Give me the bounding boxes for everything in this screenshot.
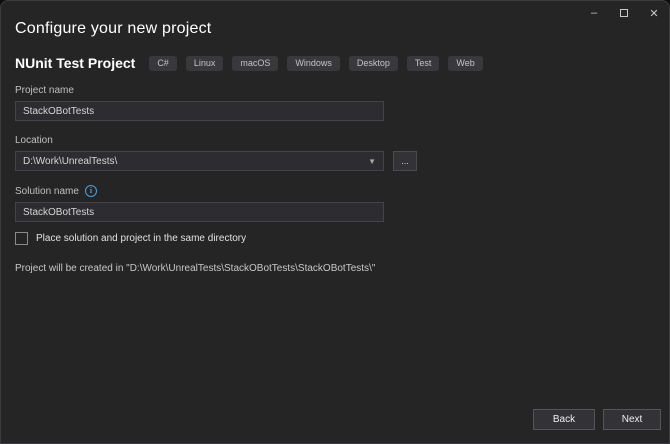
template-tag: Linux	[185, 55, 224, 71]
template-tag: macOS	[232, 55, 279, 71]
location-label: Location	[15, 135, 53, 146]
minimize-icon: –	[590, 7, 598, 19]
maximize-button[interactable]	[609, 1, 639, 25]
maximize-icon	[620, 9, 628, 17]
project-name-field: Project name	[15, 85, 655, 121]
same-directory-label: Place solution and project in the same d…	[36, 233, 247, 244]
minimize-button[interactable]: –	[579, 1, 609, 25]
next-button-label: Next	[621, 414, 643, 425]
browse-button[interactable]: ...	[393, 151, 417, 171]
close-icon: ✕	[649, 7, 659, 20]
template-name: NUnit Test Project	[15, 55, 136, 71]
back-button-label: Back	[552, 414, 576, 425]
solution-name-label: Solution name	[15, 185, 79, 197]
chevron-down-icon: ▼	[368, 156, 376, 166]
template-tag: C#	[149, 55, 177, 71]
close-button[interactable]: ✕	[639, 1, 669, 25]
back-button[interactable]: Back	[533, 409, 595, 430]
footer-buttons: Back Next	[533, 409, 661, 430]
same-directory-row: Place solution and project in the same d…	[15, 232, 655, 245]
window-controls: – ✕	[579, 1, 669, 25]
template-tag: Desktop	[348, 55, 398, 71]
browse-button-label: ...	[401, 155, 409, 166]
solution-name-input[interactable]	[15, 202, 384, 222]
location-field: Location D:\Work\UnrealTests\ ▼ ...	[15, 135, 655, 171]
location-combobox[interactable]: D:\Work\UnrealTests\ ▼	[15, 151, 384, 171]
template-tag: Windows	[287, 55, 340, 71]
location-row: D:\Work\UnrealTests\ ▼ ...	[15, 151, 655, 171]
solution-name-label-row: Solution name i	[15, 185, 655, 197]
configure-project-dialog: Configure your new project – ✕ NUnit Tes…	[0, 0, 670, 444]
project-name-input[interactable]	[15, 101, 384, 121]
info-icon[interactable]: i	[84, 185, 97, 197]
next-button[interactable]: Next	[603, 409, 661, 430]
solution-name-field: Solution name i	[15, 185, 655, 222]
dialog-title: Configure your new project	[15, 20, 212, 37]
same-directory-checkbox[interactable]	[15, 232, 28, 245]
template-heading-row: NUnit Test Project C# Linux macOS Windows De…	[15, 55, 655, 71]
dialog-content: NUnit Test Project C# Linux macOS Windows De…	[1, 55, 669, 274]
template-tag: Web	[448, 55, 483, 71]
location-value: D:\Work\UnrealTests\	[23, 155, 118, 167]
project-path-summary: Project will be created in "D:\Work\Unre…	[15, 263, 376, 274]
template-tags: C# Linux macOS Windows Desktop Test Web	[149, 55, 483, 71]
project-name-label: Project name	[15, 85, 74, 96]
template-tag: Test	[406, 55, 440, 71]
title-bar: Configure your new project – ✕	[1, 1, 669, 45]
